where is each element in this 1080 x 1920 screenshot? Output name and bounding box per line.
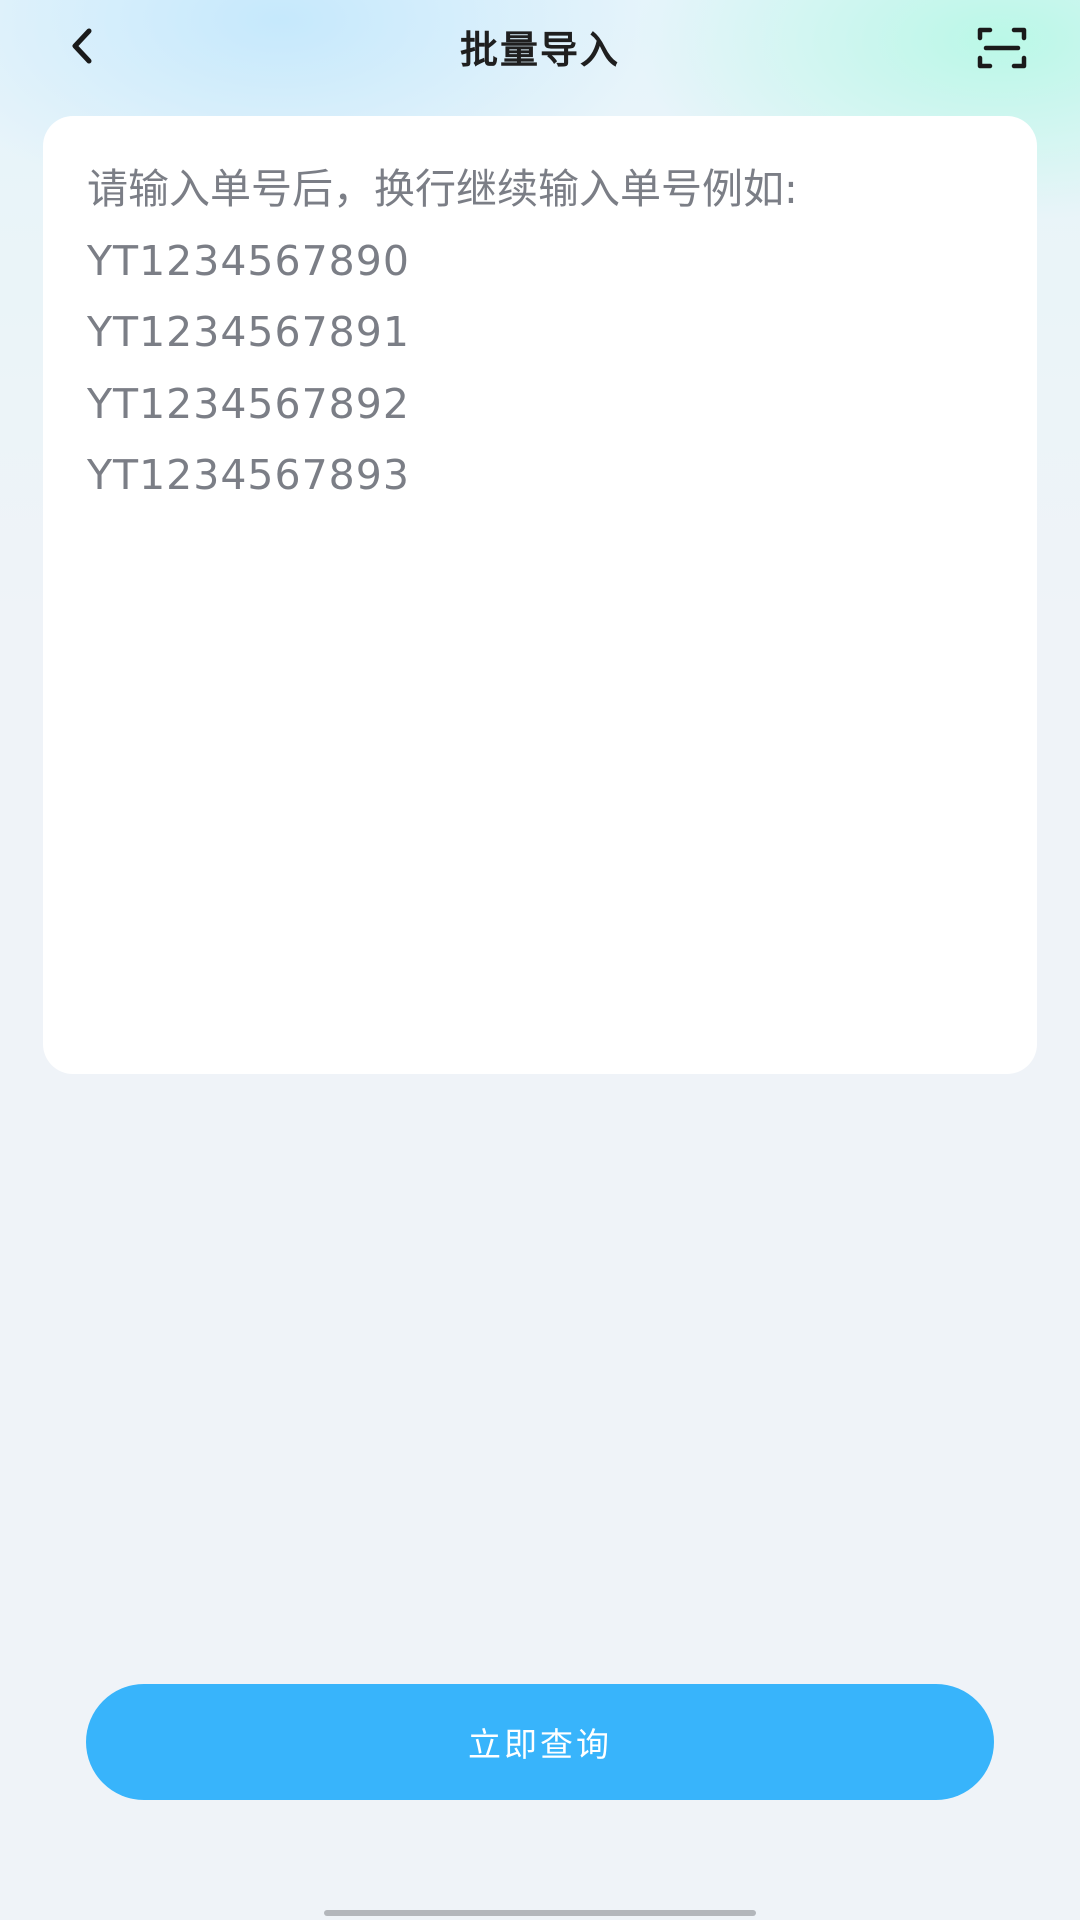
example-number: YT1234567892 (87, 379, 410, 428)
top-bar: 批量导入 (0, 0, 1080, 100)
tracking-number-textarea[interactable]: 请输入单号后，换行继续输入单号例如: YT1234567890 YT123456… (43, 116, 1037, 1074)
home-indicator (324, 1910, 756, 1916)
page-title: 批量导入 (459, 28, 620, 72)
placeholder-instruction: 请输入单号后，换行继续输入单号例如: (87, 165, 798, 213)
textarea-placeholder: 请输入单号后，换行继续输入单号例如: YT1234567890 YT123456… (87, 154, 1007, 512)
example-number: YT1234567893 (87, 451, 410, 499)
query-now-button[interactable]: 立即查询 (86, 1684, 994, 1800)
scan-button[interactable] (970, 18, 1034, 82)
example-number: YT1234567891 (87, 308, 410, 356)
example-number: YT1234567890 (87, 236, 410, 285)
scan-icon (977, 26, 1027, 74)
